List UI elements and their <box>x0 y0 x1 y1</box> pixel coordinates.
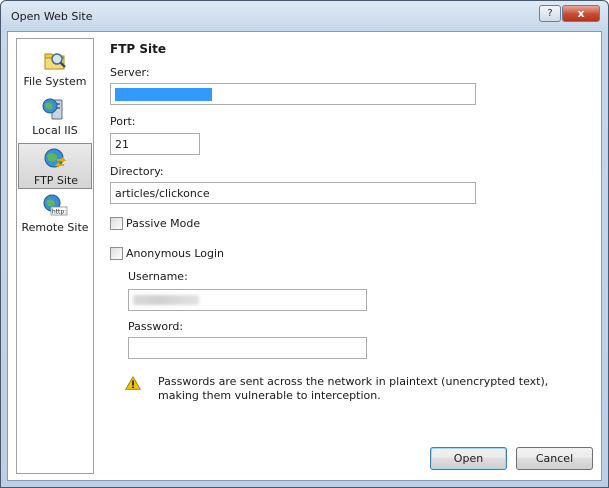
sidebar-item-ftp-site[interactable]: FTP Site <box>18 143 92 189</box>
password-label: Password: <box>128 320 184 333</box>
username-label: Username: <box>128 270 188 283</box>
server-input[interactable]: ftp.example.com <box>110 83 476 105</box>
password-input[interactable] <box>128 337 367 359</box>
dialog-window: Open Web Site ? x File System Local IIS … <box>0 0 609 488</box>
checkbox-box[interactable] <box>110 217 123 230</box>
sidebar-item-label: Local IIS <box>32 124 78 137</box>
title-bar[interactable]: Open Web Site ? x <box>1 1 608 31</box>
window-title: Open Web Site <box>11 10 93 23</box>
help-button[interactable]: ? <box>539 5 561 22</box>
passive-mode-label: Passive Mode <box>126 217 201 230</box>
http-globe-icon: http: <box>43 194 68 216</box>
server-globe-icon <box>42 98 63 120</box>
sidebar-item-label: Remote Site <box>21 221 89 234</box>
server-value: ftp.example.com <box>115 88 212 101</box>
ftp-globe-icon <box>44 148 67 168</box>
passive-mode-checkbox[interactable]: Passive Mode <box>110 217 310 231</box>
sidebar-item-label: FTP Site <box>33 174 79 187</box>
svg-text:http:: http: <box>52 209 66 216</box>
folder-search-icon <box>44 53 66 70</box>
sidebar-item-remote-site[interactable]: http: Remote Site <box>18 191 92 237</box>
directory-label: Directory: <box>110 165 164 178</box>
port-label: Port: <box>110 115 136 128</box>
sidebar-item-file-system[interactable]: File System <box>18 45 92 91</box>
password-warning-text: Passwords are sent across the network in… <box>158 375 549 402</box>
server-label: Server: <box>110 66 150 79</box>
username-input[interactable] <box>128 289 367 311</box>
checkbox-box[interactable] <box>110 247 123 260</box>
close-button[interactable]: x <box>562 5 600 22</box>
open-button[interactable]: Open <box>430 447 507 470</box>
sidebar-item-label: File System <box>23 75 87 88</box>
cancel-button[interactable]: Cancel <box>516 447 593 470</box>
anonymous-login-checkbox[interactable]: Anonymous Login <box>110 247 310 261</box>
username-redacted <box>133 295 199 305</box>
anonymous-login-label: Anonymous Login <box>126 247 225 260</box>
port-input[interactable]: 21 <box>110 133 200 155</box>
form-heading: FTP Site <box>110 42 166 56</box>
dialog-body: File System Local IIS FTP Site http: Rem… <box>7 31 602 481</box>
location-sidebar: File System Local IIS FTP Site http: Rem… <box>16 38 94 474</box>
warning-icon <box>125 376 141 390</box>
directory-input[interactable]: articles/clickonce <box>110 182 476 204</box>
sidebar-item-local-iis[interactable]: Local IIS <box>18 94 92 140</box>
